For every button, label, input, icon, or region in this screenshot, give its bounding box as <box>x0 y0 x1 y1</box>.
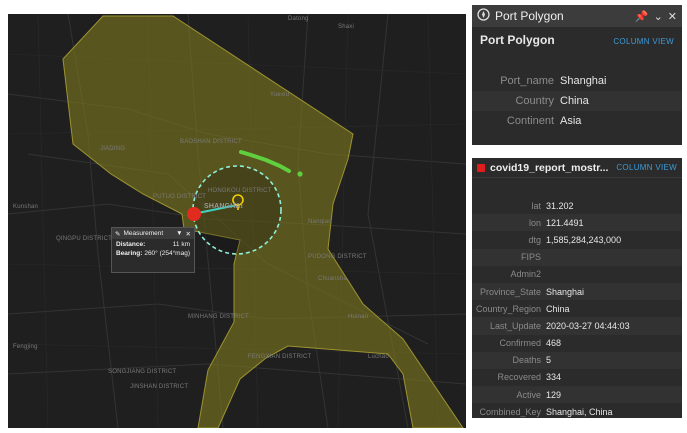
attribute-key: Confirmed <box>499 338 541 349</box>
attribute-row: Last_Update 2020-03-27 04:44:03 <box>472 317 682 335</box>
chevron-down-icon[interactable]: ▼ <box>176 230 182 237</box>
attribute-row: Active 129 <box>472 386 682 404</box>
attribute-value: 468 <box>546 338 562 349</box>
attribute-key: Continent <box>506 115 554 127</box>
route-endpoint <box>297 171 303 177</box>
attribute-row: Combined_Key Shanghai, China <box>472 403 682 420</box>
map-label: Datong <box>288 16 309 22</box>
port-polygon-panel: Port Polygon 📌 ⌄ ✕ Port Polygon COLUMN V… <box>472 5 682 145</box>
attribute-row: Continent Asia <box>472 111 682 131</box>
attribute-key: Combined_Key <box>479 406 541 417</box>
attribute-value: 121.4491 <box>546 217 584 228</box>
map-label: Luchao <box>368 354 389 360</box>
attribute-row: dtg 1,585,284,243,000 <box>472 231 682 248</box>
map-label: QINGPU DISTRICT <box>56 236 113 242</box>
attribute-value: Shanghai <box>560 75 607 87</box>
close-icon[interactable]: ✕ <box>668 10 677 23</box>
attribute-value: Shanghai <box>546 286 585 297</box>
map-label: Chuansha <box>318 276 347 282</box>
attribute-key: Admin2 <box>510 269 541 280</box>
attribute-row: Deaths 5 <box>472 351 682 369</box>
attribute-row: Admin2 <box>472 266 682 283</box>
distance-label: Distance: <box>116 241 146 248</box>
measurement-widget[interactable]: ✎ Measurement ▼ ✕ Distance: 11 km Bearin… <box>111 227 195 273</box>
distance-row: Distance: 11 km <box>112 239 194 248</box>
attribute-value: China <box>560 95 589 107</box>
chevron-down-icon[interactable]: ⌄ <box>654 10 663 23</box>
map-label: Yuexiu <box>270 92 290 98</box>
panel-title: Port Polygon <box>480 33 555 47</box>
layer-color-swatch <box>477 163 485 172</box>
map-label: PUDONG DISTRICT <box>308 254 367 260</box>
attribute-key: Province_State <box>479 286 541 297</box>
attribute-value: 2020-03-27 04:44:03 <box>546 320 630 331</box>
attribute-key: Port_name <box>500 75 554 87</box>
map-label: JINSHAN DISTRICT <box>130 384 189 390</box>
attribute-key: lon <box>528 217 541 228</box>
map-label: PUTUO DISTRICT <box>153 194 207 200</box>
attribute-row: FIPS <box>472 248 682 266</box>
panel-header: Port Polygon COLUMN VIEW <box>472 27 682 47</box>
close-icon[interactable]: ✕ <box>186 230 191 238</box>
attribute-key: lat <box>531 200 541 211</box>
attribute-key: Country_Region <box>475 303 541 314</box>
map-label: SONGJIANG DISTRICT <box>108 369 177 375</box>
map-label: FENGXIAN DISTRICT <box>248 354 312 360</box>
attribute-key: dtg <box>528 234 541 245</box>
attribute-value: 129 <box>546 389 562 400</box>
attribute-value: Asia <box>560 115 582 127</box>
map-label: Kunshan <box>13 204 39 210</box>
map-label: BAOSHAN DISTRICT <box>180 139 242 145</box>
bearing-label: Bearing: <box>116 250 143 257</box>
attribute-value: 334 <box>546 372 562 383</box>
attribute-row: Country China <box>472 91 682 111</box>
map-canvas[interactable] <box>8 14 466 428</box>
attribute-value: 31.202 <box>546 200 574 211</box>
attribute-value: China <box>546 303 570 314</box>
attribute-key: FIPS <box>520 252 541 263</box>
attribute-key: Active <box>516 389 541 400</box>
column-view-link[interactable]: COLUMN VIEW <box>613 37 674 46</box>
distance-value: 11 km <box>172 241 190 248</box>
panel-title: covid19_report_mostr... <box>490 161 609 174</box>
map-label-city: SHANGHAI <box>204 203 243 210</box>
attribute-row: Country_Region China <box>472 300 682 317</box>
attribute-row: Confirmed 468 <box>472 335 682 352</box>
measurement-title: Measurement <box>123 230 164 237</box>
attribute-value: 5 <box>546 355 552 366</box>
panel-window-title: Port Polygon <box>495 9 564 23</box>
map-label: MINHANG DISTRICT <box>188 314 249 320</box>
map-label: Huinan <box>348 314 369 320</box>
attribute-key: Country <box>515 95 554 107</box>
map-label: JIADING <box>100 146 126 152</box>
panel-titlebar[interactable]: Port Polygon 📌 ⌄ ✕ <box>472 5 682 27</box>
map-label: HONGKOU DISTRICT <box>208 188 272 194</box>
map-label: Nanqiao <box>308 219 332 225</box>
panel-header: covid19_report_mostr... COLUMN VIEW <box>472 158 682 178</box>
attribute-row: Province_State Shanghai <box>472 282 682 301</box>
covid-report-panel: covid19_report_mostr... COLUMN VIEW lat 3… <box>472 158 682 418</box>
attribute-key: Deaths <box>512 355 541 366</box>
attribute-row: Port_name Shanghai <box>472 71 682 91</box>
bearing-row: Bearing: 260° (254°mag) <box>112 248 194 257</box>
attribute-row: lon 121.4491 <box>472 214 682 232</box>
map-label: Fengjing <box>13 344 38 350</box>
compass-icon <box>477 8 490 24</box>
pin-icon[interactable]: 📌 <box>635 10 649 23</box>
bearing-value: 260° (254°mag) <box>144 250 190 257</box>
attribute-key: Last_Update <box>489 320 541 331</box>
map-label: Shaxi <box>338 24 355 30</box>
measurement-header[interactable]: ✎ Measurement ▼ ✕ <box>112 228 194 239</box>
column-view-link[interactable]: COLUMN VIEW <box>616 163 677 172</box>
attribute-value: 1,585,284,243,000 <box>546 234 622 245</box>
measurement-start-marker[interactable] <box>187 207 201 221</box>
pencil-icon: ✎ <box>115 230 121 238</box>
attribute-row: Recovered 334 <box>472 369 682 386</box>
map-view[interactable]: Datong Shaxi Yuexiu BAOSHAN DISTRICT JIA… <box>8 14 466 428</box>
attribute-key: Recovered <box>497 372 541 383</box>
attribute-value: Shanghai, China <box>546 406 613 417</box>
attribute-row: lat 31.202 <box>472 197 682 214</box>
measurement-radius-circle[interactable] <box>192 165 282 255</box>
